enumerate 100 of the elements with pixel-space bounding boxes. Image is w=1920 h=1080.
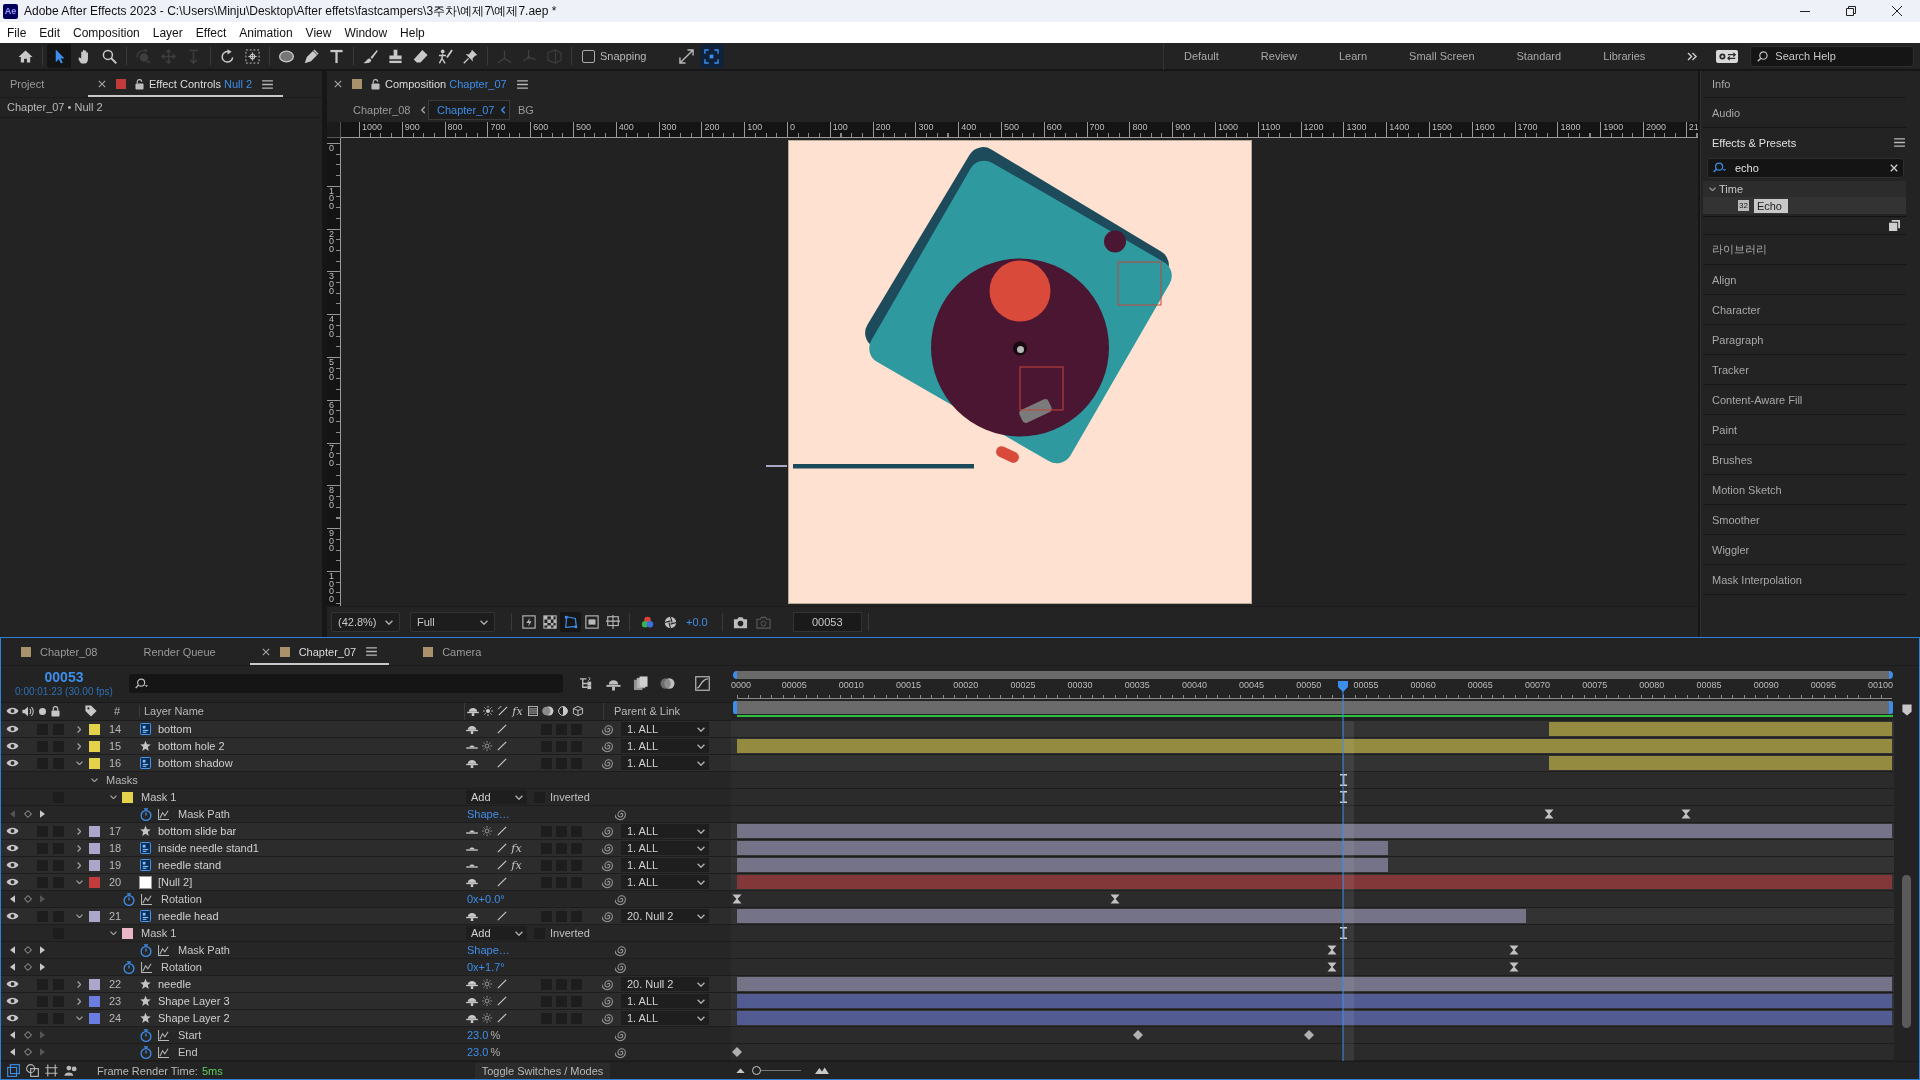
clear-icon[interactable] (1890, 164, 1898, 172)
current-frame-field[interactable]: 00053 (792, 612, 862, 632)
property-name[interactable]: Mask Path (178, 944, 467, 956)
parent-dropdown[interactable]: 1. ALL (621, 756, 709, 770)
eye-icon[interactable] (6, 725, 19, 733)
panel-header[interactable]: Content-Aware Fill (1703, 385, 1906, 414)
timeline-tab[interactable]: Chapter_07 (249, 638, 390, 665)
close-icon[interactable] (334, 80, 342, 88)
playhead[interactable] (1337, 681, 1356, 1061)
snapping-label[interactable]: Snapping (600, 50, 647, 62)
timeline-tab[interactable]: Camera (411, 638, 494, 665)
sun-icon[interactable] (480, 826, 493, 836)
quality-slash-icon[interactable] (495, 826, 508, 836)
previous-keyframe-icon[interactable] (10, 1048, 15, 1056)
label-swatch-icon[interactable] (88, 825, 100, 837)
shy-switch-icon[interactable] (465, 724, 478, 734)
quality-slash-icon[interactable] (495, 860, 508, 870)
property-row[interactable]: Rotation 0x+1.7° (1, 959, 731, 976)
shy-switch-icon[interactable] (465, 911, 478, 921)
property-value[interactable]: 0x+0.0° (467, 893, 505, 905)
menu-item[interactable]: Composition (67, 23, 146, 42)
speaker-icon[interactable] (21, 705, 34, 717)
chevron-icon[interactable] (75, 1015, 83, 1021)
quality-slash-icon[interactable] (495, 741, 508, 751)
workspace-tab[interactable]: Small Screen (1409, 50, 1475, 62)
graph-icon[interactable] (141, 961, 152, 973)
chevron-icon[interactable] (76, 725, 82, 733)
pick-whip-icon[interactable] (614, 943, 628, 957)
eye-icon[interactable] (6, 861, 19, 869)
quality-slash-icon[interactable] (495, 979, 508, 989)
breadcrumb-item[interactable]: Chapter_08 (353, 100, 411, 119)
layer-name[interactable]: bottom slide bar (158, 825, 464, 837)
hourglass-keyframe-icon[interactable] (732, 894, 742, 904)
inverted-label[interactable]: Inverted (550, 927, 687, 939)
pick-whip-icon[interactable] (601, 824, 615, 838)
graph-icon[interactable] (158, 1046, 169, 1058)
exposure-value[interactable]: +0.0 (686, 616, 708, 628)
column-header[interactable]: Layer Name (140, 705, 464, 718)
layer-name[interactable]: needle stand (158, 859, 464, 871)
pick-whip-icon[interactable] (601, 841, 615, 855)
panel-header[interactable]: Effects & Presets (1703, 128, 1906, 157)
sun-icon[interactable] (480, 741, 493, 751)
diamond-keyframe-icon[interactable] (1303, 1030, 1314, 1040)
workspace-settings-icon[interactable] (1716, 49, 1739, 63)
pick-whip-icon[interactable] (601, 722, 615, 736)
parent-dropdown[interactable]: 1. ALL (621, 994, 709, 1008)
graph-icon[interactable] (158, 1029, 169, 1041)
mask-mode-dropdown[interactable]: Add (466, 790, 527, 804)
flat-shy-icon[interactable] (465, 862, 478, 868)
layer-name[interactable]: Shape Layer 3 (158, 995, 464, 1007)
layer-row[interactable]: 17 bottom slide bar 1. ALL (1, 823, 731, 840)
workspace-tab[interactable]: Standard (1516, 50, 1562, 62)
layer-row[interactable]: 21 needle head 20. Null 2 (1, 908, 731, 925)
diamond-keyframe-icon[interactable] (732, 1047, 742, 1057)
label-swatch-icon[interactable] (88, 910, 100, 922)
panel-header[interactable]: Character (1703, 295, 1906, 324)
label-swatch-icon[interactable] (88, 859, 100, 871)
previous-keyframe-icon[interactable] (10, 895, 15, 903)
eye-icon[interactable] (6, 1014, 19, 1022)
current-frame[interactable]: 00053 (44, 669, 84, 686)
solo-dot-icon[interactable] (39, 707, 46, 715)
property-name[interactable]: Start (178, 1029, 467, 1041)
property-name[interactable]: Mask Path (178, 808, 467, 820)
label-swatch-icon[interactable] (88, 757, 100, 769)
layer-name[interactable]: bottom (158, 723, 464, 735)
chevron-icon[interactable] (76, 827, 82, 835)
padlock-icon[interactable] (135, 78, 144, 90)
pick-whip-icon[interactable] (601, 909, 615, 923)
chevron-icon[interactable] (76, 861, 82, 869)
snapping-checkbox[interactable] (582, 49, 595, 63)
panel-header[interactable]: Mask Interpolation (1703, 565, 1906, 594)
panel-tab[interactable]: Composition Chapter_07 (327, 78, 528, 90)
label-swatch-icon[interactable] (121, 791, 133, 803)
pick-whip-icon[interactable] (601, 994, 615, 1008)
property-value[interactable]: 0x+1.7° (467, 961, 505, 973)
label-swatch-icon[interactable] (88, 978, 100, 990)
parent-dropdown[interactable]: 1. ALL (621, 739, 709, 753)
pick-whip-icon[interactable] (601, 875, 615, 889)
panel-tab[interactable]: Effect Controls Null 2 (88, 71, 284, 97)
previous-keyframe-icon[interactable] (10, 946, 15, 954)
label-tag-icon[interactable] (85, 705, 97, 718)
timeline-tab[interactable]: Chapter_08 (9, 638, 110, 665)
stopwatch-icon[interactable] (123, 960, 135, 974)
layer-row[interactable]: 23 Shape Layer 3 1. ALL (1, 993, 731, 1010)
layer-row[interactable]: 24 Shape Layer 2 1. ALL (1, 1010, 731, 1027)
stopwatch-icon[interactable] (140, 1028, 152, 1042)
panel-header[interactable]: Info (1703, 71, 1906, 97)
layer-name[interactable]: bottom shadow (158, 757, 464, 769)
timeline-tab[interactable]: Render Queue (131, 638, 228, 665)
menu-item[interactable]: Animation (233, 23, 299, 42)
menu-item[interactable]: View (299, 23, 338, 42)
effects-switch[interactable]: fx (511, 841, 522, 855)
workspace-tab[interactable]: Default (1184, 50, 1219, 62)
layer-name[interactable]: Shape Layer 2 (158, 1012, 464, 1024)
menu-item[interactable]: File (1, 23, 33, 42)
inverted-label[interactable]: Inverted (550, 791, 687, 803)
hourglass-keyframe-icon[interactable] (1509, 962, 1520, 972)
layer-row[interactable]: 22 needle 20. Null 2 (1, 976, 731, 993)
eye-icon[interactable] (6, 878, 19, 886)
menu-item[interactable]: Edit (33, 23, 67, 42)
